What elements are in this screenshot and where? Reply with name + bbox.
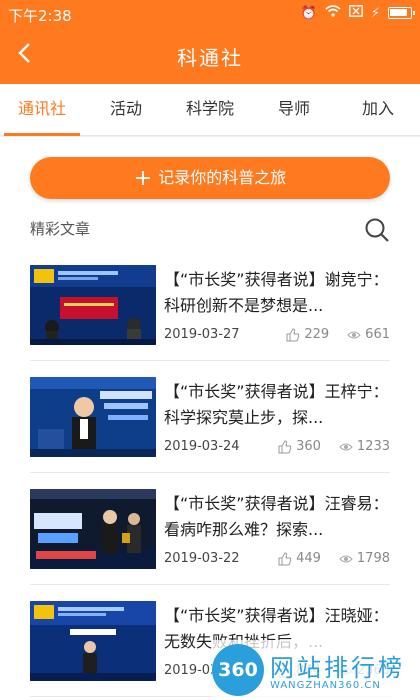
article-date: 2019-03-24 xyxy=(164,439,240,454)
thumbs-up-icon[interactable] xyxy=(278,439,292,454)
tab-activities[interactable]: 活动 xyxy=(84,84,168,135)
list-item[interactable]: 【“市长奖”获得者说】汪睿易：看病咋那么难？探索... 2019-03-22 4… xyxy=(30,473,390,585)
sim-icon xyxy=(348,5,363,21)
thumbs-up-icon[interactable] xyxy=(278,551,292,566)
article-stats: 360 1233 xyxy=(278,439,390,454)
section-header: 精彩文章 xyxy=(30,217,390,243)
search-icon[interactable] xyxy=(364,217,390,243)
status-bar: 下午2:38 ⏰ ⚡ xyxy=(0,0,420,28)
eye-icon xyxy=(339,443,353,450)
wifi-icon xyxy=(325,5,341,21)
tab-join[interactable]: 加入 xyxy=(336,84,420,135)
tab-academy[interactable]: 科学院 xyxy=(168,84,252,135)
view-count: 1233 xyxy=(356,439,390,454)
main-content: + 记录你的科普之旅 精彩文章 【“市长奖”获得者说】谢竞宁：科研创新不是梦想是… xyxy=(0,137,420,700)
article-thumbnail xyxy=(30,601,156,681)
page-title: 科通社 xyxy=(177,46,243,70)
like-count: 229 xyxy=(304,327,330,342)
record-button-label: 记录你的科普之旅 xyxy=(158,168,287,187)
article-thumbnail xyxy=(30,265,156,345)
like-count: 360 xyxy=(296,439,321,454)
tab-mentors[interactable]: 导师 xyxy=(252,84,336,135)
article-title: 【“市长奖”获得者说】谢竞宁：科研创新不是梦想是... xyxy=(164,270,389,315)
view-count: 1798 xyxy=(356,551,390,566)
status-icons: ⏰ ⚡ xyxy=(300,5,415,21)
app-bar: 科通社 xyxy=(0,28,420,84)
like-count: 449 xyxy=(296,551,321,566)
section-title: 精彩文章 xyxy=(30,220,91,238)
article-thumbnail xyxy=(30,489,156,569)
article-thumbnail xyxy=(30,377,156,457)
watermark-url: WANGZHAN360.CN xyxy=(270,680,381,691)
list-item[interactable]: 【“市长奖”获得者说】王梓宁：科学探究莫止步，探... 2019-03-24 3… xyxy=(30,361,390,473)
article-title: 【“市长奖”获得者说】汪睿易：看病咋那么难？探索... xyxy=(164,494,389,539)
charging-icon: ⚡ xyxy=(370,5,380,21)
article-date: 2019-03-22 xyxy=(164,551,240,566)
watermark-logo: 360 网站排行榜 WANGZHAN360.CN xyxy=(212,640,420,700)
article-date: 2019-03-27 xyxy=(164,327,240,342)
plus-icon: + xyxy=(133,166,153,191)
article-list: 【“市长奖”获得者说】谢竞宁：科研创新不是梦想是... 2019-03-27 2… xyxy=(30,249,390,697)
eye-icon xyxy=(347,331,361,338)
tab-news-agency[interactable]: 通讯社 xyxy=(0,84,84,136)
view-count: 661 xyxy=(365,327,390,342)
watermark-name: 网站排行榜 xyxy=(270,654,405,682)
watermark-badge: 360 xyxy=(212,644,264,696)
status-time: 下午2:38 xyxy=(8,7,72,25)
list-item[interactable]: 【“市长奖”获得者说】谢竞宁：科研创新不是梦想是... 2019-03-27 2… xyxy=(30,249,390,361)
article-title: 【“市长奖”获得者说】王梓宁：科学探究莫止步，探... xyxy=(164,382,389,427)
eye-icon xyxy=(339,555,353,562)
alarm-icon: ⏰ xyxy=(300,5,317,21)
tab-bar: 通讯社 活动 科学院 导师 加入 xyxy=(0,84,420,136)
thumbs-up-icon[interactable] xyxy=(286,327,300,342)
battery-icon xyxy=(388,7,415,19)
article-stats: 229 661 xyxy=(286,327,390,342)
article-stats: 449 1798 xyxy=(278,551,390,566)
record-journey-button[interactable]: + 记录你的科普之旅 xyxy=(30,157,390,199)
